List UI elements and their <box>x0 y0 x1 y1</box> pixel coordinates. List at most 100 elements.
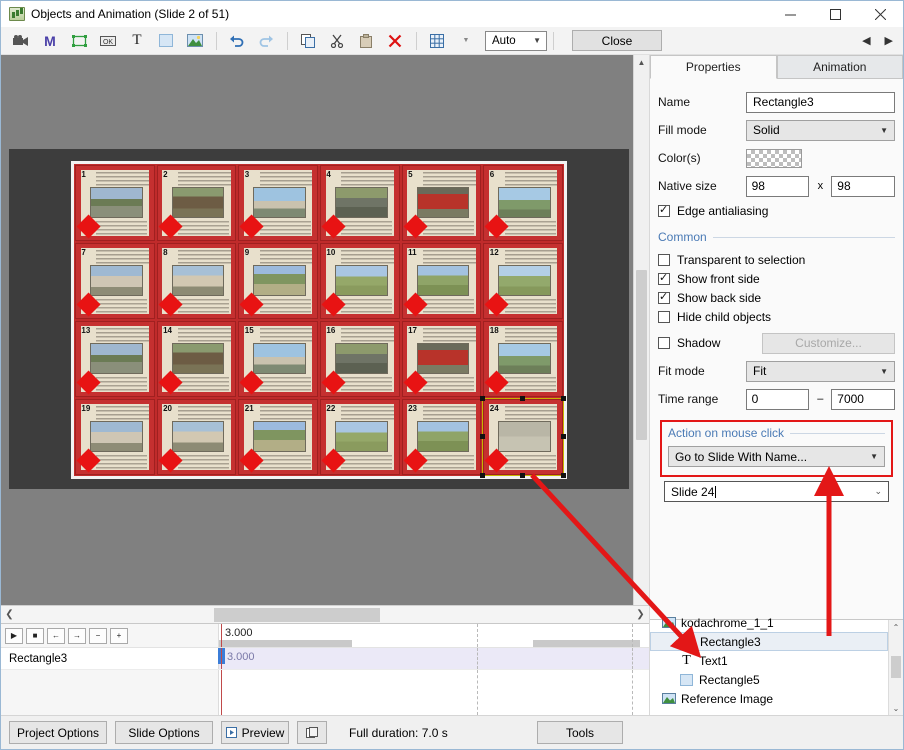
image-icon[interactable] <box>181 29 209 53</box>
preview-button[interactable]: Preview <box>221 721 289 744</box>
tree-item[interactable]: Reference Image <box>650 689 888 708</box>
scroll-up-icon[interactable]: ▲ <box>638 55 646 70</box>
editor-canvas[interactable]: 1 2 3 4 5 6 7 8 9 10 11 12 13 14 15 16 17 18 19 20 21 22 23 24 <box>1 55 633 605</box>
close-button[interactable]: Close <box>572 30 662 51</box>
project-options-button[interactable]: Project Options <box>9 721 107 744</box>
timeline-track-bar[interactable]: 3.000 <box>219 648 649 669</box>
timeline-track-row[interactable]: Rectangle3 3.000 <box>1 648 649 670</box>
action-select[interactable]: Go to Slide With Name... ▼ <box>668 446 885 467</box>
scroll-thumb[interactable] <box>636 270 647 440</box>
timeline-ruler[interactable]: 3.000 <box>218 624 649 664</box>
native-width-input[interactable]: 98 <box>745 175 810 197</box>
mask-icon[interactable]: M <box>36 29 64 53</box>
edge-antialiasing-checkbox[interactable] <box>658 203 670 217</box>
timeline-button-1[interactable]: ■ <box>26 627 44 644</box>
slide-thumbnail[interactable]: 5 <box>401 164 483 242</box>
selection-handle[interactable] <box>560 434 566 439</box>
timeline-button-0[interactable]: ▶ <box>5 627 23 644</box>
grid-icon[interactable] <box>423 29 451 53</box>
slide-thumbnail[interactable]: 7 <box>74 242 156 320</box>
object-tree-list[interactable]: kodachrome_1_1 Rectangle3 T Text1 Rectangle5… <box>650 613 888 715</box>
slide-thumbnail[interactable]: 11 <box>401 242 483 320</box>
slide-thumbnail[interactable]: 17 <box>401 320 483 398</box>
canvas-horizontal-scrollbar[interactable]: ❮ ❯ <box>1 605 649 623</box>
fit-mode-select[interactable]: Fit ▼ <box>746 360 895 382</box>
slide-thumbnail[interactable]: 3 <box>237 164 319 242</box>
tree-item[interactable]: kodachrome_1_1 <box>650 613 888 632</box>
checkbox-row[interactable]: Show front side <box>658 269 895 288</box>
slide-options-button[interactable]: Slide Options <box>115 721 213 744</box>
zoom-combo[interactable]: Auto ▼ <box>485 30 547 51</box>
shadow-checkbox[interactable] <box>658 337 670 349</box>
copy-icon[interactable] <box>294 29 322 53</box>
timeline-button-4[interactable]: − <box>89 627 107 644</box>
slide-thumbnail[interactable]: 12 <box>482 242 564 320</box>
delete-icon[interactable] <box>381 29 409 53</box>
slide-thumbnail[interactable]: 20 <box>156 398 238 476</box>
canvas-vertical-scrollbar[interactable]: ▲ <box>633 55 649 605</box>
slide-target-combo[interactable]: Slide 24 ⌄ <box>664 481 889 502</box>
duplicate-button[interactable] <box>297 721 327 744</box>
slide-thumbnail[interactable]: 8 <box>156 242 238 320</box>
maximize-button[interactable] <box>813 1 858 27</box>
slide-thumbnail[interactable]: 1 <box>74 164 156 242</box>
tree-item[interactable]: Rectangle3 <box>650 632 888 651</box>
checkbox-row[interactable]: Hide child objects <box>658 307 895 326</box>
common-checkbox[interactable] <box>658 253 670 266</box>
cut-icon[interactable] <box>323 29 351 53</box>
shape-icon[interactable] <box>152 29 180 53</box>
tree-item[interactable]: T Text1 <box>650 651 888 670</box>
prev-slide-icon[interactable]: ◀ <box>862 34 870 47</box>
customize-button[interactable]: Customize... <box>762 332 895 354</box>
selection-handle[interactable] <box>520 473 526 478</box>
fill-mode-select[interactable]: Solid ▼ <box>746 119 895 141</box>
minimize-button[interactable] <box>768 1 813 27</box>
slide-thumbnail[interactable]: 21 <box>237 398 319 476</box>
tools-button[interactable]: Tools <box>537 721 623 744</box>
tree-scroll-thumb[interactable] <box>891 656 901 678</box>
selection-handle[interactable] <box>560 396 566 401</box>
slide-thumbnail[interactable]: 10 <box>319 242 401 320</box>
undo-icon[interactable] <box>223 29 251 53</box>
playhead[interactable] <box>218 624 225 664</box>
scroll-left-icon[interactable]: ❮ <box>1 609 18 620</box>
redo-icon[interactable] <box>252 29 280 53</box>
slide-thumbnail[interactable]: 18 <box>482 320 564 398</box>
close-window-button[interactable] <box>858 1 903 27</box>
selection-handle[interactable] <box>480 473 486 478</box>
video-icon[interactable] <box>7 29 35 53</box>
tree-item[interactable]: Rectangle5 <box>650 670 888 689</box>
paste-icon[interactable] <box>352 29 380 53</box>
rectangle-icon[interactable] <box>65 29 93 53</box>
next-slide-icon[interactable]: ▶ <box>885 34 893 47</box>
timeline-button-2[interactable]: ← <box>47 627 65 644</box>
checkbox-row[interactable]: Show back side <box>658 288 895 307</box>
native-height-input[interactable]: 98 <box>831 175 896 197</box>
slide-thumbnail[interactable]: 24 <box>480 396 566 478</box>
grid-dropdown-icon[interactable]: ▼ <box>452 29 480 53</box>
tab-animation[interactable]: Animation <box>776 55 903 79</box>
slide-thumbnail[interactable]: 9 <box>237 242 319 320</box>
slide-thumbnail[interactable]: 23 <box>401 398 483 476</box>
shadow-check-wrap[interactable]: Shadow <box>658 334 754 353</box>
selection-handle[interactable] <box>560 473 566 478</box>
color-swatch[interactable] <box>746 148 802 168</box>
slide-thumbnail[interactable]: 16 <box>319 320 401 398</box>
selection-handle[interactable] <box>520 396 526 401</box>
time-end-input[interactable]: 7000 <box>831 388 896 410</box>
selection-handle[interactable] <box>480 434 486 439</box>
scroll-right-icon[interactable]: ❯ <box>632 609 649 620</box>
slide-thumbnail[interactable]: 19 <box>74 398 156 476</box>
time-start-input[interactable]: 0 <box>745 388 810 410</box>
slide-thumbnail[interactable]: 13 <box>74 320 156 398</box>
common-checkbox[interactable] <box>658 310 670 323</box>
common-checkbox[interactable] <box>658 290 670 304</box>
slide-thumbnail[interactable]: 14 <box>156 320 238 398</box>
tree-scrollbar[interactable]: ⌃ ⌄ <box>888 620 903 715</box>
timeline-button-3[interactable]: → <box>68 627 86 644</box>
tree-scroll-down-icon[interactable]: ⌄ <box>893 701 900 715</box>
selection-handle[interactable] <box>480 396 486 401</box>
edge-antialiasing-row[interactable]: Edge antialiasing <box>658 201 895 220</box>
common-checkbox[interactable] <box>658 271 670 285</box>
text-icon[interactable]: T <box>123 29 151 53</box>
